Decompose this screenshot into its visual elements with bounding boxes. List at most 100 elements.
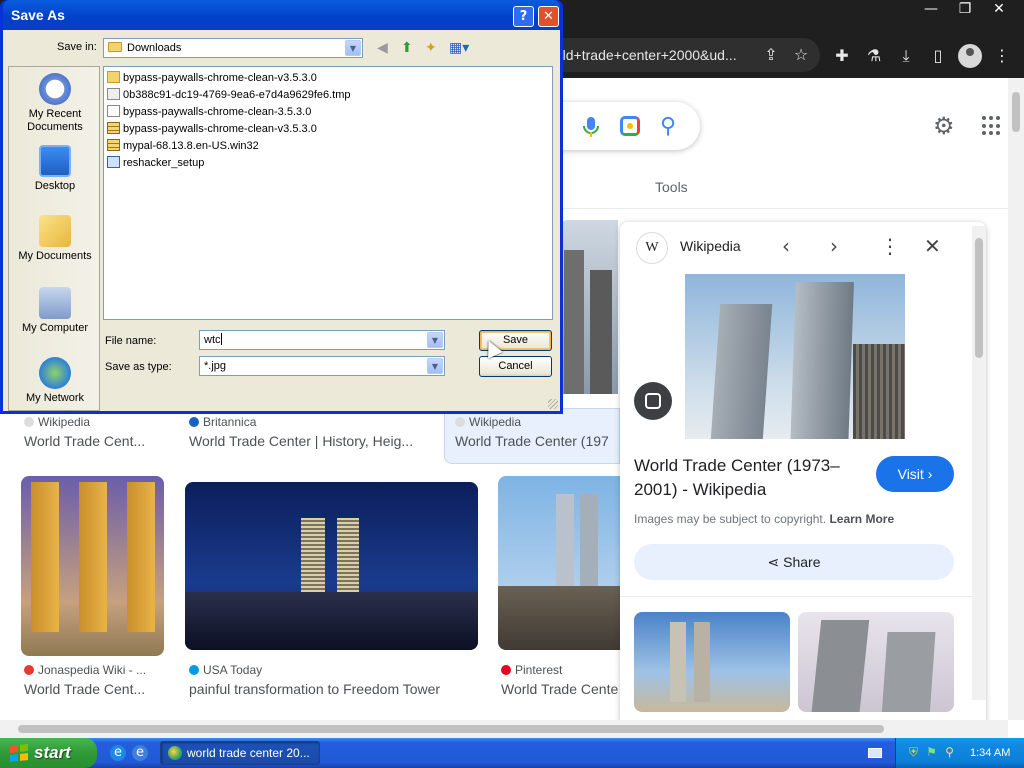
google-lens-icon[interactable] (620, 116, 640, 136)
place-my-computer[interactable]: My Computer (9, 287, 101, 335)
result-source: Jonaspedia Wiki - ... (24, 663, 146, 677)
security-shield-icon[interactable]: ⛨ (906, 745, 921, 760)
lens-search-icon[interactable] (634, 382, 672, 420)
page-horizontal-scrollbar[interactable] (0, 720, 1008, 738)
pinterest-favicon-icon (501, 665, 511, 675)
file-name-label: File name: (105, 335, 157, 347)
chevron-down-icon[interactable]: ▼ (427, 332, 443, 348)
visit-button[interactable]: Visit › (876, 456, 954, 492)
page-vertical-scrollbar[interactable] (1008, 78, 1024, 720)
folder-icon (107, 71, 120, 83)
share-icon: ⋖ (767, 555, 780, 571)
close-window-button[interactable]: ✕ (982, 0, 1016, 18)
settings-gear-icon[interactable]: ⚙ (933, 112, 955, 140)
profile-avatar-icon[interactable] (958, 44, 982, 68)
menu-kebab-icon[interactable]: ⋮ (990, 44, 1014, 68)
resize-grip[interactable] (548, 399, 558, 409)
start-button[interactable]: start (0, 738, 97, 768)
file-item[interactable]: mypal-68.13.8.en-US.win32 (107, 138, 259, 154)
restore-button[interactable]: ❐ (948, 0, 982, 18)
result-title[interactable]: World Trade Cente (501, 681, 619, 697)
result-source: Wikipedia (24, 415, 90, 429)
file-item[interactable]: 0b388c91-dc19-4769-9ea6-e7d4a9629fe6.tmp (107, 87, 351, 103)
place-my-documents[interactable]: My Documents (9, 215, 101, 263)
file-list[interactable]: bypass-paywalls-chrome-clean-v3.5.3.0 0b… (103, 66, 553, 320)
save-as-type-dropdown[interactable]: *.jpg ▼ (199, 356, 445, 376)
jonaspedia-favicon-icon (24, 665, 34, 675)
bookmark-star-icon[interactable]: ☆ (790, 44, 812, 66)
share-icon[interactable]: ⇪ (760, 44, 782, 66)
result-title[interactable]: World Trade Center (197 (455, 433, 618, 449)
close-panel-icon[interactable]: ✕ (924, 234, 941, 258)
place-recent-documents[interactable]: My Recent Documents (9, 73, 101, 134)
extensions-icon[interactable]: ✚ (830, 44, 854, 68)
place-desktop[interactable]: Desktop (9, 145, 101, 193)
tmp-file-icon (107, 88, 120, 100)
view-menu-icon[interactable]: ▦▾ (449, 40, 469, 56)
close-dialog-button[interactable]: ✕ (538, 6, 559, 27)
cancel-button[interactable]: Cancel (479, 356, 552, 377)
site-favicon: W (636, 232, 668, 264)
file-item[interactable]: bypass-paywalls-chrome-clean-v3.5.3.0 (107, 70, 317, 86)
windows-flag-icon (10, 744, 28, 762)
save-as-dialog: Save As ? ✕ Save in: Downloads ▼ ◀ ⬆ ✦ ▦… (0, 0, 563, 414)
result-source: USA Today (189, 663, 262, 677)
result-title[interactable]: World Trade Cent... (24, 681, 174, 697)
chevron-down-icon[interactable]: ▼ (427, 358, 443, 374)
chevron-down-icon[interactable]: ▼ (345, 40, 361, 56)
new-folder-icon[interactable]: ✦ (425, 40, 437, 56)
result-image[interactable] (21, 476, 164, 656)
preview-image[interactable] (685, 274, 905, 439)
computer-icon (39, 287, 71, 319)
labs-flask-icon[interactable]: ⚗ (862, 44, 886, 68)
file-item[interactable]: reshacker_setup (107, 155, 204, 171)
result-image[interactable] (560, 220, 618, 394)
dialog-body: Save in: Downloads ▼ ◀ ⬆ ✦ ▦▾ My Recent … (3, 30, 560, 411)
result-source: Wikipedia (455, 415, 521, 429)
network-icon[interactable]: ⚑ (924, 745, 939, 760)
place-my-network[interactable]: My Network (9, 357, 101, 405)
divider (560, 208, 1008, 209)
microphone-icon[interactable] (582, 116, 600, 138)
search-tray-icon[interactable]: ⚲ (942, 745, 957, 760)
usatoday-favicon-icon (189, 665, 199, 675)
tools-tab[interactable]: Tools (655, 179, 688, 195)
save-in-dropdown[interactable]: Downloads ▼ (103, 38, 363, 58)
result-title[interactable]: World Trade Center | History, Heig... (189, 433, 429, 449)
panel-title[interactable]: World Trade Center (1973–2001) - Wikiped… (634, 454, 864, 502)
wikipedia-favicon-icon (455, 417, 465, 427)
learn-more-link[interactable]: Learn More (829, 512, 894, 526)
dialog-title-bar[interactable]: Save As ? ✕ (3, 0, 560, 30)
network-globe-icon (39, 357, 71, 389)
internet-explorer-icon[interactable]: e (110, 745, 126, 761)
more-options-icon[interactable]: ⋮ (880, 234, 900, 258)
minimize-button[interactable]: — (914, 0, 948, 18)
result-image[interactable] (498, 476, 620, 650)
file-item[interactable]: bypass-paywalls-chrome-clean-v3.5.3.0 (107, 121, 317, 137)
desktop-icon (39, 145, 71, 177)
panel-site-name[interactable]: Wikipedia (680, 238, 741, 254)
result-title[interactable]: painful transformation to Freedom Tower (189, 681, 479, 697)
up-folder-icon[interactable]: ⬆ (401, 40, 413, 56)
related-image[interactable] (634, 612, 790, 712)
help-button[interactable]: ? (513, 6, 534, 27)
google-apps-icon[interactable] (982, 116, 1002, 136)
previous-chevron-icon[interactable]: ‹ (782, 234, 790, 258)
download-icon[interactable]: ⤓ (894, 44, 918, 68)
search-icon[interactable]: ⚲ (660, 114, 676, 139)
quicklaunch-ie-icon[interactable]: e (132, 745, 148, 761)
next-chevron-icon[interactable]: › (830, 234, 838, 258)
keyboard-icon[interactable] (868, 748, 882, 758)
related-image[interactable] (798, 612, 954, 712)
result-image[interactable] (185, 482, 478, 650)
back-arrow-icon[interactable]: ◀ (377, 40, 388, 56)
panel-scrollbar[interactable] (972, 226, 986, 700)
result-title[interactable]: World Trade Cent... (24, 433, 174, 449)
file-item[interactable]: bypass-paywalls-chrome-clean-3.5.3.0 (107, 104, 311, 120)
share-button[interactable]: ⋖ Share (634, 544, 954, 580)
file-name-input[interactable]: wtc ▼ (199, 330, 445, 350)
documents-folder-icon (39, 215, 71, 247)
side-panel-icon[interactable]: ▯ (926, 44, 950, 68)
installer-icon (107, 156, 120, 168)
taskbar-chrome-window[interactable]: world trade center 20... (160, 741, 320, 765)
